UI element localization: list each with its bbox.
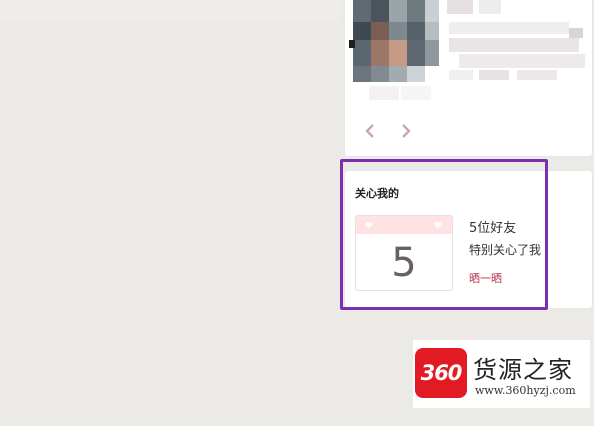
share-link[interactable]: 晒一晒 — [469, 270, 502, 286]
friend-count: 5位好友 — [469, 221, 517, 236]
carousel-nav — [363, 120, 413, 142]
logo-text: 360 — [420, 361, 463, 385]
care-card: 关心我的 5 5位好友 特别关心了我 晒一晒 — [344, 170, 593, 309]
carousel-card — [344, 0, 593, 157]
chevron-right-icon[interactable] — [399, 121, 413, 141]
calendar-header — [356, 216, 452, 234]
friend-text: 特别关心了我 — [469, 243, 542, 257]
watermark: 360 货源之家 www.360hyzj.com — [413, 340, 590, 408]
chevron-left-icon[interactable] — [363, 121, 377, 141]
watermark-url: www.360hyzj.com — [475, 384, 576, 397]
heart-icon — [365, 222, 373, 229]
care-title: 关心我的 — [355, 187, 399, 200]
calendar-icon: 5 — [355, 215, 453, 291]
top-band — [0, 0, 340, 20]
calendar-number: 5 — [391, 240, 417, 286]
watermark-name: 货源之家 — [473, 356, 573, 384]
logo-360: 360 — [415, 348, 467, 398]
heart-icon — [434, 222, 442, 229]
page-background — [0, 0, 340, 426]
pixelated-photo — [349, 0, 589, 112]
